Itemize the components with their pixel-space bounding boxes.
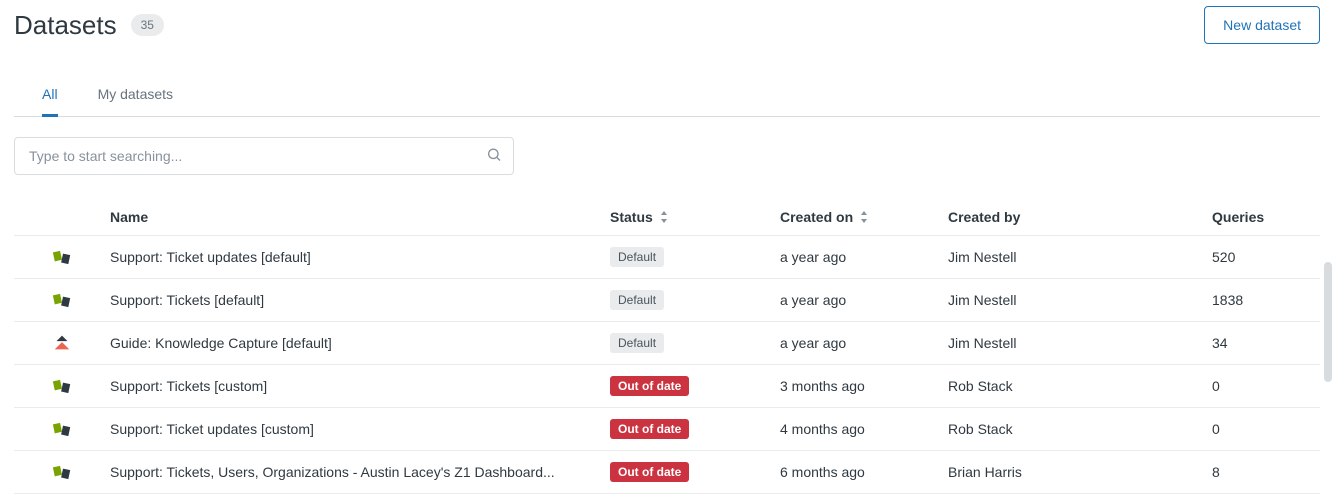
table-row[interactable]: Support: Ticket updates [default]Default… bbox=[14, 236, 1320, 279]
dataset-name: Support: Ticket updates [custom] bbox=[110, 421, 610, 437]
column-created-by[interactable]: Created by bbox=[948, 209, 1212, 225]
sort-icon bbox=[659, 211, 669, 223]
dataset-name: Support: Tickets [default] bbox=[110, 292, 610, 308]
dataset-created-by: Jim Nestell bbox=[948, 292, 1212, 308]
dataset-queries: 0 bbox=[1212, 421, 1320, 437]
tabs: All My datasets bbox=[14, 86, 1320, 117]
status-badge: Default bbox=[610, 333, 664, 353]
table-row[interactable]: Guide: Knowledge Capture [default]Defaul… bbox=[14, 322, 1320, 365]
dataset-created-by: Rob Stack bbox=[948, 378, 1212, 394]
table-row[interactable]: Support: Tickets [custom]Out of date 3 mo… bbox=[14, 365, 1320, 408]
dataset-created-on: 3 months ago bbox=[780, 378, 948, 394]
column-status-label: Status bbox=[610, 209, 653, 225]
dataset-status: Default bbox=[610, 333, 780, 353]
dataset-queries: 0 bbox=[1212, 378, 1320, 394]
dataset-name: Guide: Knowledge Capture [default] bbox=[110, 335, 610, 351]
dataset-queries: 520 bbox=[1212, 249, 1320, 265]
table-row[interactable]: Support: Tickets, Users, Organizations -… bbox=[14, 451, 1320, 494]
dataset-status: Default bbox=[610, 290, 780, 310]
dataset-queries: 8 bbox=[1212, 464, 1320, 480]
support-icon bbox=[14, 375, 110, 397]
search-input[interactable] bbox=[14, 137, 514, 175]
dataset-name: Support: Tickets [custom] bbox=[110, 378, 610, 394]
dataset-name: Support: Ticket updates [default] bbox=[110, 249, 610, 265]
dataset-created-on: a year ago bbox=[780, 335, 948, 351]
guide-icon bbox=[14, 332, 110, 354]
dataset-created-on: a year ago bbox=[780, 292, 948, 308]
status-badge: Out of date bbox=[610, 376, 689, 396]
tab-all[interactable]: All bbox=[42, 86, 58, 117]
dataset-created-on: 6 months ago bbox=[780, 464, 948, 480]
status-badge: Out of date bbox=[610, 419, 689, 439]
tab-my-datasets[interactable]: My datasets bbox=[98, 86, 173, 117]
dataset-created-by: Jim Nestell bbox=[948, 335, 1212, 351]
status-badge: Default bbox=[610, 290, 664, 310]
sort-icon bbox=[859, 211, 869, 223]
dataset-status: Out of date bbox=[610, 376, 780, 396]
column-created-on[interactable]: Created on bbox=[780, 209, 948, 225]
table-header: Name Status Created on Created by Querie… bbox=[14, 199, 1320, 236]
dataset-status: Default bbox=[610, 247, 780, 267]
status-badge: Out of date bbox=[610, 462, 689, 482]
search-icon bbox=[486, 147, 502, 166]
dataset-queries: 1838 bbox=[1212, 292, 1320, 308]
column-status[interactable]: Status bbox=[610, 209, 780, 225]
support-icon bbox=[14, 418, 110, 440]
new-dataset-button[interactable]: New dataset bbox=[1204, 6, 1320, 44]
status-badge: Default bbox=[610, 247, 664, 267]
dataset-status: Out of date bbox=[610, 462, 780, 482]
support-icon bbox=[14, 289, 110, 311]
datasets-table: Name Status Created on Created by Querie… bbox=[14, 199, 1320, 494]
dataset-queries: 34 bbox=[1212, 335, 1320, 351]
column-created-on-label: Created on bbox=[780, 209, 853, 225]
dataset-name: Support: Tickets, Users, Organizations -… bbox=[110, 464, 610, 480]
table-row[interactable]: Support: Ticket updates [custom]Out of d… bbox=[14, 408, 1320, 451]
dataset-created-on: 4 months ago bbox=[780, 421, 948, 437]
dataset-created-by: Rob Stack bbox=[948, 421, 1212, 437]
column-name[interactable]: Name bbox=[110, 209, 610, 225]
dataset-status: Out of date bbox=[610, 419, 780, 439]
support-icon bbox=[14, 461, 110, 483]
support-icon bbox=[14, 246, 110, 268]
page-title: Datasets bbox=[14, 10, 117, 41]
column-queries[interactable]: Queries bbox=[1212, 209, 1320, 225]
dataset-created-by: Brian Harris bbox=[948, 464, 1212, 480]
dataset-created-by: Jim Nestell bbox=[948, 249, 1212, 265]
dataset-count-badge: 35 bbox=[131, 14, 164, 36]
scrollbar[interactable] bbox=[1324, 262, 1332, 382]
table-row[interactable]: Support: Tickets [default]Default a year … bbox=[14, 279, 1320, 322]
dataset-created-on: a year ago bbox=[780, 249, 948, 265]
